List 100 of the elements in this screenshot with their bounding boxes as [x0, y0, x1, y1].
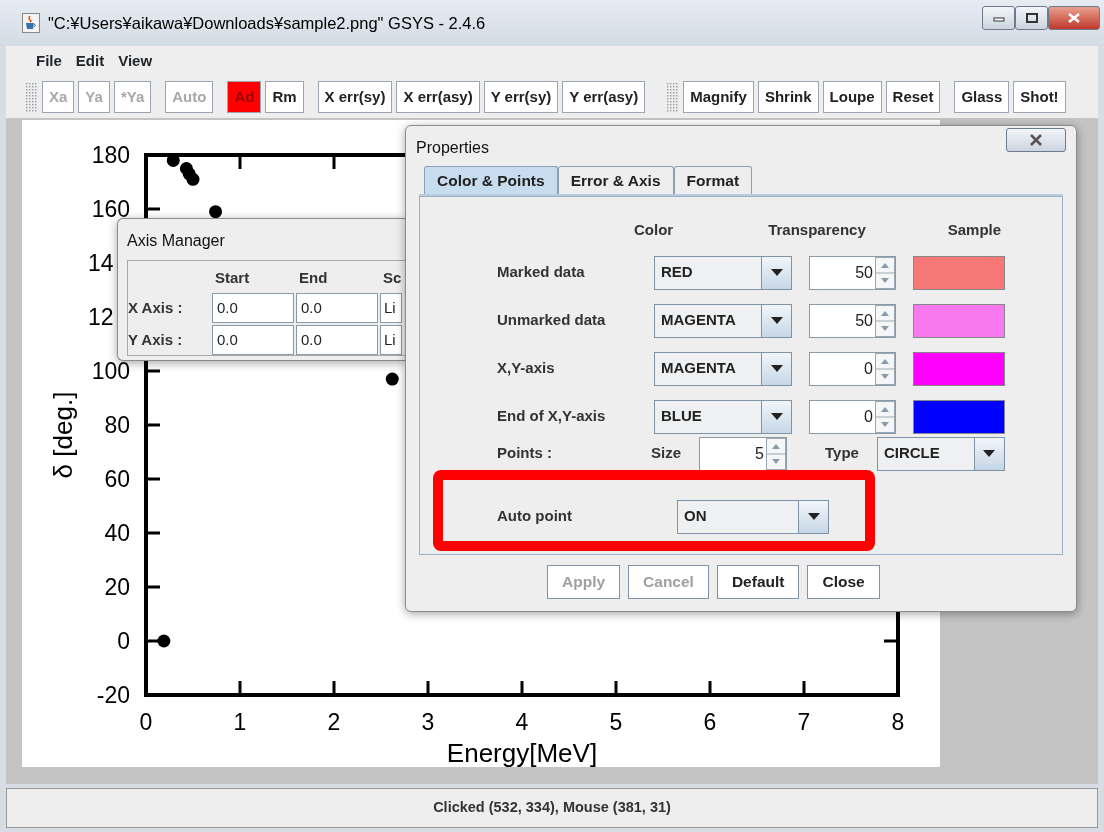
dialog-title: Properties	[416, 138, 489, 158]
dropdown[interactable]: Li	[380, 293, 402, 323]
input-field[interactable]: 0.0	[212, 293, 294, 323]
data-point	[157, 634, 171, 648]
y-tick-label: 20	[104, 574, 130, 600]
dropdown[interactable]: Li	[380, 325, 402, 355]
color-dropdown[interactable]: MAGENTA	[654, 351, 792, 386]
auto-point-dropdown[interactable]: ON	[677, 499, 829, 534]
color-dropdown[interactable]: BLUE	[654, 399, 792, 434]
cup-icon	[22, 13, 40, 33]
spinner-field[interactable]: 50	[809, 255, 896, 290]
toolbar-button[interactable]: Y err(asy)	[562, 81, 646, 113]
minimize-button[interactable]	[982, 6, 1015, 30]
caret-icon	[770, 316, 783, 325]
maximize-button[interactable]	[1015, 6, 1048, 30]
spin-arrows-icon	[875, 400, 895, 433]
y-tick-label: 80	[104, 412, 130, 438]
input-field[interactable]: 0.0	[212, 325, 294, 355]
y-tick-label: 0	[117, 628, 130, 654]
column-header: Transparency	[768, 220, 866, 240]
x-tick-label: 1	[233, 709, 247, 735]
spinner-field[interactable]: 0	[809, 351, 896, 386]
caret-icon	[807, 512, 820, 521]
row-label: Marked data	[497, 262, 586, 283]
maximize-icon	[1025, 13, 1038, 23]
dialog-title: Axis Manager	[127, 231, 226, 251]
column-header: Sample	[947, 220, 1002, 240]
x-tick-label: 0	[139, 709, 153, 735]
color-dropdown[interactable]: MAGENTA	[654, 303, 792, 338]
y-tick-label: 14	[88, 250, 114, 276]
column-header: Start	[214, 268, 251, 288]
close-button[interactable]	[1006, 128, 1066, 152]
row-label: Points :	[497, 443, 553, 464]
caret-icon	[983, 449, 996, 458]
spinner-field[interactable]: 5	[699, 436, 787, 471]
close-icon	[1029, 134, 1043, 146]
row-label: X,Y-axis	[497, 358, 556, 379]
input-field[interactable]: 0.0	[296, 293, 378, 323]
spinner-field[interactable]: 50	[809, 303, 896, 338]
toolbar-button[interactable]: Loupe	[822, 81, 882, 113]
x-axis-title: Energy[MeV]	[446, 738, 598, 767]
window-title: "C:¥Users¥aikawa¥Downloads¥sample2.png" GSYS - 2.4.6	[48, 12, 486, 34]
row-label: End of X,Y-axis	[497, 406, 607, 427]
spin-arrows-icon	[766, 437, 786, 470]
column-header: Sc	[382, 268, 402, 288]
data-point	[186, 172, 200, 186]
x-tick-label: 6	[703, 709, 717, 735]
tab[interactable]: Error & Axis	[557, 166, 674, 194]
spin-arrows-icon	[875, 352, 895, 385]
y-tick-label: -20	[96, 682, 130, 708]
menu-item[interactable]: View	[118, 49, 153, 73]
x-tick-label: 4	[515, 709, 529, 735]
y-tick-label: 160	[91, 196, 130, 222]
toolbar-button[interactable]: X err(asy)	[396, 81, 480, 113]
spin-arrows-icon	[875, 304, 895, 337]
tab[interactable]: Format	[673, 166, 753, 194]
toolbar-button[interactable]: Y err(sy)	[483, 81, 559, 113]
y-axis-title: δ [deg.]	[48, 391, 78, 479]
y-tick-label: 100	[91, 358, 130, 384]
toolbar-button[interactable]: Shrink	[757, 81, 819, 113]
data-point	[209, 205, 223, 219]
spin-arrows-icon	[875, 256, 895, 289]
input-field[interactable]: 0.0	[296, 325, 378, 355]
x-tick-label: 5	[609, 709, 623, 735]
menu-item[interactable]: Edit	[75, 49, 105, 73]
field-label: Size	[651, 443, 682, 464]
tab[interactable]: Color & Points	[424, 166, 558, 194]
toolbar-button[interactable]: Shot!	[1013, 81, 1066, 113]
x-tick-label: 7	[797, 709, 811, 735]
caret-icon	[770, 364, 783, 373]
column-header: Color	[634, 220, 674, 240]
toolbar-button[interactable]: Reset	[885, 81, 941, 113]
caret-icon	[770, 268, 783, 277]
spinner-field[interactable]: 0	[809, 399, 896, 434]
toolbar-button[interactable]: Glass	[954, 81, 1010, 113]
x-tick-label: 8	[891, 709, 905, 735]
row-label: X Axis :	[128, 298, 184, 318]
y-tick-label: 40	[104, 520, 130, 546]
toolbar-button[interactable]: Rm	[265, 81, 304, 113]
row-label: Unmarked data	[497, 310, 607, 331]
grip-icon	[24, 81, 38, 113]
row-label: Y Axis :	[128, 330, 184, 350]
dialog-button[interactable]: Close	[807, 565, 880, 599]
type-dropdown[interactable]: CIRCLE	[876, 436, 1005, 471]
dialog-button[interactable]: Default	[716, 565, 800, 599]
close-icon	[1068, 13, 1080, 23]
menu-item[interactable]: File	[36, 49, 62, 73]
x-tick-label: 3	[421, 709, 435, 735]
close-button[interactable]	[1048, 6, 1100, 30]
row-label: Auto point	[497, 506, 573, 527]
grip-icon	[665, 81, 680, 113]
y-tick-label: 180	[91, 142, 130, 168]
status-text: Clicked (532, 334), Mouse (381, 31)	[433, 798, 671, 818]
field-label: Type	[825, 443, 859, 464]
color-dropdown[interactable]: RED	[654, 255, 792, 290]
toolbar-button[interactable]: X err(sy)	[317, 81, 393, 113]
minimize-icon	[992, 14, 1005, 22]
toolbar-button[interactable]: Magnify	[683, 81, 754, 113]
data-point	[385, 372, 399, 386]
column-header: End	[298, 268, 329, 288]
